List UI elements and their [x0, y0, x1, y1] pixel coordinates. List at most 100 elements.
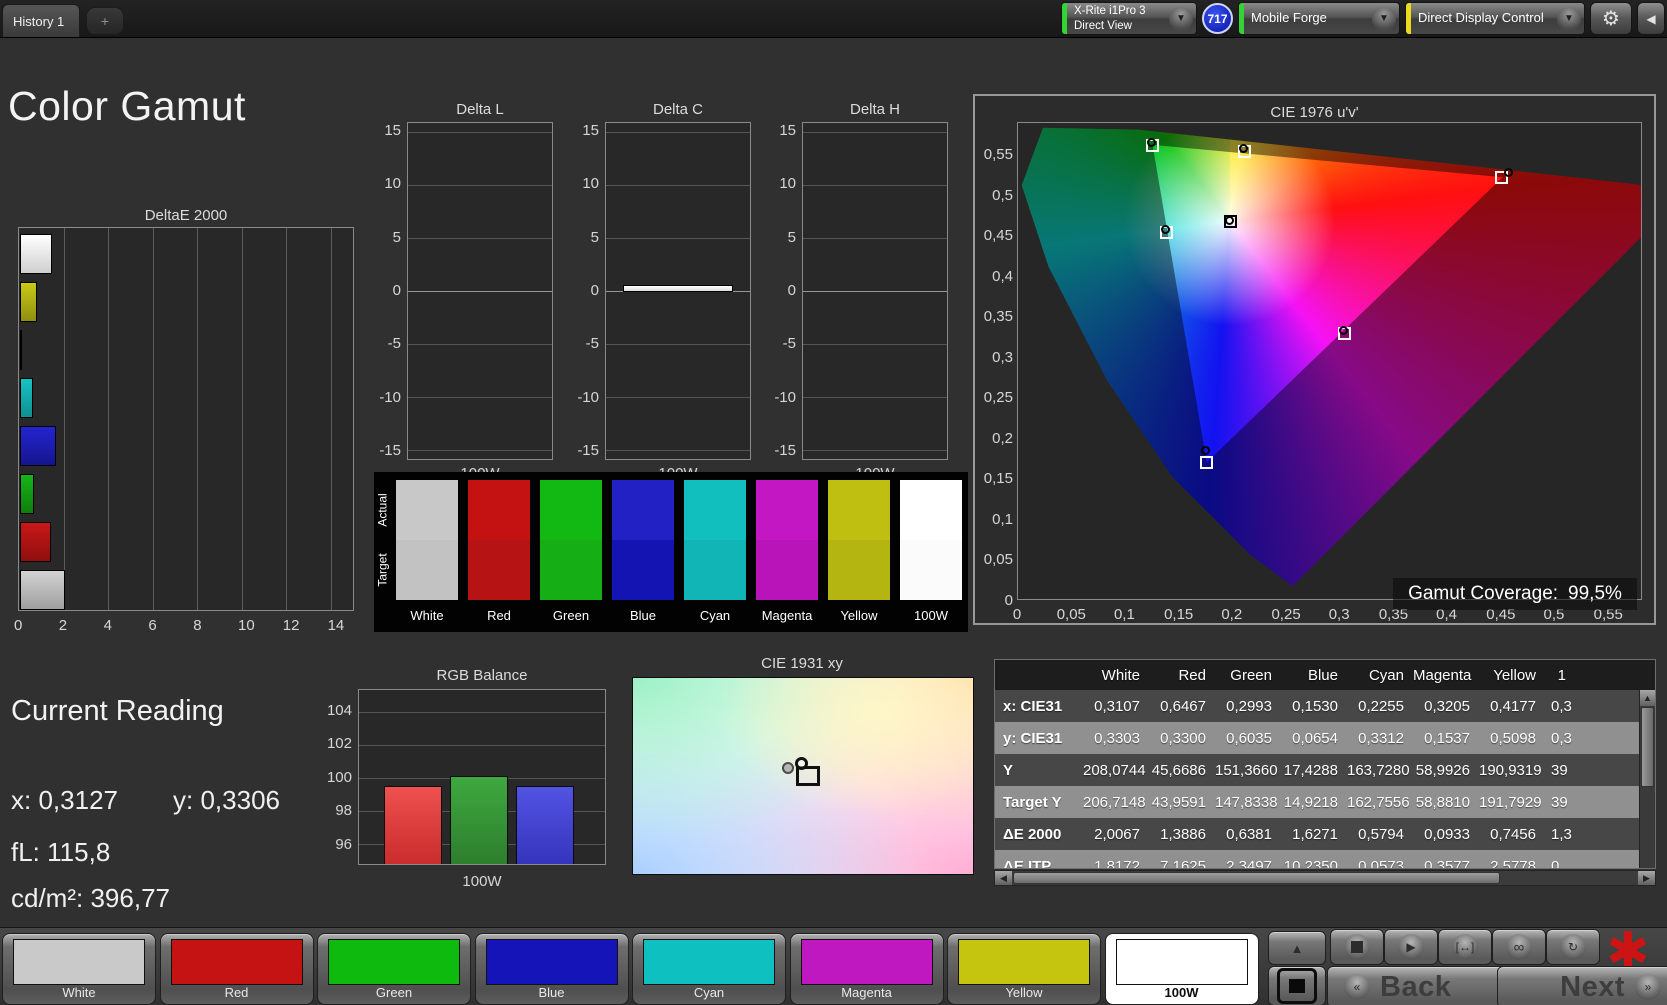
meter-count-badge[interactable]: 717	[1202, 3, 1233, 34]
deltae-bar-blue	[20, 426, 57, 466]
pattern-button-green[interactable]: Green	[317, 933, 471, 1005]
grid-line	[803, 344, 947, 346]
table-cell-partial: 0,3	[1551, 729, 1572, 747]
transport-loop-infinite-icon[interactable]: ∞	[1492, 929, 1546, 965]
grid-line	[606, 397, 750, 399]
table-cell: 0,2993	[1226, 697, 1272, 715]
back-button[interactable]: « Back	[1327, 966, 1513, 1005]
scroll-left-arrow-icon[interactable]: ◀	[995, 871, 1012, 885]
table-cell: 0,5794	[1358, 825, 1404, 843]
pattern-button-100w[interactable]: 100W	[1104, 933, 1259, 1005]
marker-circle	[1224, 216, 1234, 226]
horizontal-scroll-thumb[interactable]	[1013, 872, 1500, 884]
y-tick-label: 0,2	[992, 429, 1013, 447]
column-header-white: White	[1101, 666, 1140, 684]
collapse-panel-button[interactable]: ◀	[1637, 2, 1665, 35]
pattern-button-white[interactable]: White	[2, 933, 156, 1005]
x-tick-label: 0,05	[1056, 606, 1086, 623]
table-horizontal-scrollbar[interactable]: ◀ ▶	[994, 870, 1656, 886]
scroll-right-arrow-icon[interactable]: ▶	[1638, 871, 1655, 885]
pattern-label: White	[62, 985, 96, 1000]
table-cell: 0,3577	[1424, 857, 1470, 869]
display-control-dropdown[interactable]: Direct Display Control ▼	[1405, 2, 1585, 35]
y-tick-label: -5	[782, 335, 796, 353]
meter-dropdown[interactable]: X-Rite i1Pro 3 Direct View ▼	[1061, 2, 1197, 35]
chevron-down-icon: ▼	[1557, 6, 1581, 31]
swatch-actual-red	[468, 480, 530, 540]
delta-chart-title: Delta C	[652, 101, 704, 118]
table-cell: 0,5098	[1490, 729, 1536, 747]
rgb-balance-plot	[358, 689, 606, 865]
table-cell: 208,0744	[1083, 761, 1146, 779]
pattern-button-yellow[interactable]: Yellow	[947, 933, 1101, 1005]
transport-play-icon[interactable]: ▶	[1384, 929, 1438, 965]
row-label: x: CIE31	[1003, 697, 1063, 715]
pattern-window-raise-button[interactable]: ▲	[1268, 931, 1326, 965]
add-tab-button[interactable]: +	[86, 7, 124, 35]
transport-refresh-icon[interactable]: ↻	[1546, 929, 1600, 965]
y-tick-label: 0,1	[992, 510, 1013, 528]
y-tick-label: 0,15	[983, 470, 1013, 488]
y-tick-label: 0,3	[992, 348, 1013, 366]
pattern-window-button[interactable]	[1268, 966, 1326, 1005]
table-cell: 0,2255	[1358, 697, 1404, 715]
gamut-coverage-value: 99,5%	[1568, 583, 1622, 604]
grid-line	[606, 131, 750, 133]
swatch-label: Blue	[629, 608, 657, 623]
table-row: Target Y 206,7148 43,9591 147,8338 14,9218 16…	[995, 786, 1655, 818]
next-button[interactable]: Next »	[1497, 966, 1667, 1005]
pattern-label: Magenta	[841, 985, 892, 1000]
display-control-label: Direct Display Control	[1418, 10, 1544, 26]
x-tick-label: 0	[14, 617, 23, 634]
picker-circle	[794, 757, 808, 771]
pattern-window-icon	[1277, 968, 1317, 1004]
measurement-table: White Red Green Blue Cyan Magenta Yellow 1 x: CI…	[994, 659, 1656, 869]
grid-line	[330, 228, 332, 610]
grid-line	[803, 397, 947, 399]
column-header-cyan: Cyan	[1368, 666, 1404, 684]
delta-l-plot	[407, 122, 553, 460]
transport-range-icon[interactable]: [↔]	[1438, 929, 1492, 965]
table-cell: 0,3205	[1424, 697, 1470, 715]
pattern-swatch	[485, 939, 618, 985]
table-cell: 0,7456	[1490, 825, 1536, 843]
pattern-button-cyan[interactable]: Cyan	[632, 933, 786, 1005]
x-tick-label: 4	[103, 617, 112, 634]
cie1931-plot	[632, 677, 974, 875]
vertical-scroll-thumb[interactable]	[1641, 707, 1654, 787]
reading-y: y: 0,3306	[173, 785, 280, 815]
pattern-label: Yellow	[1005, 985, 1043, 1000]
plus-icon: +	[100, 13, 110, 29]
pattern-button-magenta[interactable]: Magenta	[789, 933, 944, 1005]
gamut-coverage-label: Gamut Coverage:	[1408, 583, 1559, 604]
swatch-actual-yellow	[828, 480, 890, 540]
table-cell: 0,3300	[1160, 729, 1206, 747]
table-cell: 7,1625	[1160, 857, 1206, 869]
table-cell: 0,0654	[1292, 729, 1338, 747]
deltae2000-plot	[18, 227, 354, 611]
table-vertical-scrollbar[interactable]: ▲	[1639, 690, 1655, 868]
tab-history-1[interactable]: History 1	[2, 4, 80, 37]
table-cell: 0,6035	[1226, 729, 1272, 747]
x-tick-label: 8	[193, 617, 202, 634]
source-dropdown[interactable]: Mobile Forge ▼	[1238, 2, 1400, 35]
scroll-up-arrow-icon[interactable]: ▲	[1640, 690, 1655, 706]
row-label: y: CIE31	[1003, 729, 1063, 747]
swatch-target-yellow	[828, 540, 890, 600]
pattern-button-blue[interactable]: Blue	[474, 933, 629, 1005]
row-label: Target Y	[1003, 793, 1062, 811]
table-cell: 2,5778	[1490, 857, 1536, 869]
grid-line	[803, 291, 947, 292]
grid-line	[408, 397, 552, 399]
pattern-button-red[interactable]: Red	[159, 933, 314, 1005]
y-tick-label: 0,45	[983, 227, 1013, 245]
table-cell: 0,3303	[1094, 729, 1140, 747]
table-cell: 0,1530	[1292, 697, 1338, 715]
x-tick-label: 10	[238, 617, 255, 634]
column-header-magenta: Magenta	[1413, 666, 1472, 684]
settings-button[interactable]: ⚙	[1590, 2, 1632, 35]
table-cell: 45,6686	[1151, 761, 1206, 779]
gear-icon: ⚙	[1602, 8, 1620, 30]
transport-stop-icon[interactable]	[1330, 929, 1384, 965]
swatch-target-green	[540, 540, 602, 600]
